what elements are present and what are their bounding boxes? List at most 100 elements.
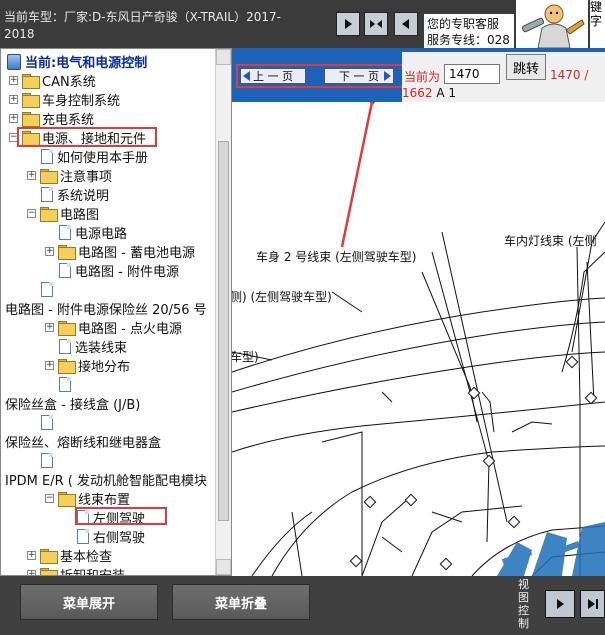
label-roof-harness: 车内灯线束 (左侧: [504, 234, 597, 248]
tree-item-page-blank-2[interactable]: [59, 375, 71, 394]
collapse-menu-button[interactable]: 菜单折叠: [172, 584, 310, 620]
catalog-tree: 当前:电气和电源控制 + CAN系统 + 车身控制系统 + 充电系统 − 电源、…: [0, 48, 232, 576]
expand-icon[interactable]: +: [27, 551, 36, 560]
expand-icon[interactable]: +: [9, 76, 18, 85]
folder-open-icon: [58, 492, 76, 507]
page-total-number: 1662: [402, 86, 433, 100]
tree-item-page-blank-1[interactable]: [41, 280, 53, 299]
highlight-box-section: [17, 127, 157, 147]
tree-label: 保险丝盒 - 接线盒 (J/B): [5, 398, 141, 413]
tree-item-battery-power[interactable]: + 电路图 - 蓄电池电源: [45, 242, 195, 261]
wiring-diagram[interactable]: 车身 2 号线束 (左侧驾驶车型) 车内灯线束 (左侧 侧) (左侧驾驶车型) …: [232, 102, 605, 576]
expand-icon[interactable]: +: [45, 247, 54, 256]
tree-item-optional-harness[interactable]: 选装线束: [59, 337, 127, 356]
service-info: 您的专职客服 服务专线：028: [424, 14, 514, 48]
tree-label: 选装线束: [75, 341, 128, 356]
tree-item-harness-layout[interactable]: − 线束布置: [45, 489, 130, 508]
folder-icon: [58, 245, 76, 260]
page-of-label: 1470 /: [550, 68, 589, 82]
annotation-arrow: [340, 102, 376, 248]
highlight-box-selected: [75, 507, 167, 525]
page-icon: [41, 415, 53, 430]
play-back-button[interactable]: [394, 12, 418, 36]
page-icon: [41, 149, 53, 164]
tree-item-charging[interactable]: + 充电系统: [9, 109, 94, 128]
tree-item-ipdm[interactable]: IPDM E/R ( 发动机舱智能配电模块: [5, 470, 207, 489]
tree-root[interactable]: 当前:电气和电源控制: [7, 52, 147, 71]
expand-icon[interactable]: +: [27, 171, 36, 180]
page-icon: [59, 263, 71, 278]
expand-icon[interactable]: +: [9, 114, 18, 123]
manual-icon: [7, 53, 21, 70]
tree-item-removal[interactable]: + 拆卸和安装: [27, 565, 125, 575]
mechanic-logo: [516, 0, 588, 49]
tree-item-basic-check[interactable]: + 基本检查: [27, 546, 112, 565]
page-total: 1662 A 1: [402, 86, 456, 100]
rewind-icon: [402, 19, 409, 29]
collapse-icon[interactable]: −: [27, 209, 36, 218]
expand-icon[interactable]: +: [45, 361, 54, 370]
page-icon: [41, 187, 53, 202]
collapse-icon[interactable]: −: [45, 494, 54, 503]
tree-label: 电路图 - 蓄电池电源: [78, 246, 195, 261]
expand-icon[interactable]: +: [9, 95, 18, 104]
play-icon: [345, 19, 352, 29]
fit-page-button[interactable]: [364, 12, 388, 36]
folder-open-icon: [40, 207, 58, 222]
tree-item-wiring-diagrams[interactable]: − 电路图: [27, 204, 99, 223]
tree-item-manual-howto[interactable]: 如何使用本手册: [41, 147, 148, 166]
bottom-toolbar: 菜单展开 菜单折叠 视图控制: [0, 576, 605, 635]
tree-item-page-blank-3[interactable]: [41, 413, 53, 432]
tree-item-ignition-power[interactable]: + 电路图 - 点火电源: [45, 318, 182, 337]
service-line-2: 服务专线：028: [427, 33, 510, 47]
tree-item-body-control[interactable]: + 车身控制系统: [9, 90, 120, 109]
tree-label: 电路图 - 附件电源: [75, 265, 179, 280]
page-jump-panel: 当前为 跳转 1470 / 1662 A 1: [402, 52, 605, 102]
tree-label: 右侧驾驶: [93, 531, 146, 546]
tree-item-precautions[interactable]: + 注意事项: [27, 166, 112, 185]
view-last-button[interactable]: [580, 590, 605, 618]
tree-scrollbar[interactable]: [215, 49, 231, 575]
page-icon: [41, 453, 53, 468]
tree-item-fuse-jb[interactable]: 保险丝盒 - 接线盒 (J/B): [5, 394, 140, 413]
keyword-edge-text: 键字: [590, 0, 605, 48]
tree-label: 电源电路: [75, 227, 128, 242]
tree-item-can[interactable]: + CAN系统: [9, 71, 96, 90]
scroll-thumb[interactable]: [218, 141, 229, 521]
tree-item-fuse-relay[interactable]: 保险丝、熔断线和继电器盒: [5, 432, 161, 451]
tree-item-page-blank-4[interactable]: [41, 451, 53, 470]
tree-item-acc-fuse[interactable]: 电路图 - 附件电源保险丝 20/56 号: [5, 299, 207, 318]
page-number-input[interactable]: [444, 64, 500, 84]
scroll-up-icon[interactable]: [216, 49, 231, 65]
folder-icon: [22, 93, 40, 108]
tree-label: 充电系统: [42, 113, 95, 128]
tree-item-ground-dist[interactable]: + 接地分布: [45, 356, 130, 375]
current-vehicle: 当前车型：厂家:D-东风日产奇骏（X-TRAIL）2017- 2018: [4, 9, 304, 43]
fit-width-icon: [370, 20, 382, 28]
page-icon: [59, 339, 71, 354]
page-icon: [77, 529, 89, 544]
tree-item-right-drive[interactable]: 右侧驾驶: [77, 527, 145, 546]
page-icon: [41, 282, 53, 297]
scroll-down-icon[interactable]: [216, 559, 231, 575]
tree-item-accessory-power[interactable]: 电路图 - 附件电源: [59, 261, 179, 280]
folder-icon: [58, 359, 76, 374]
expand-menu-button[interactable]: 菜单展开: [20, 584, 158, 620]
tree-label: 拆卸和安装: [60, 565, 125, 575]
harness-drawing: [232, 102, 605, 576]
expand-icon[interactable]: +: [45, 323, 54, 332]
jump-button[interactable]: 跳转: [506, 54, 546, 80]
tree-label: 电路图 - 点火电源: [78, 322, 182, 337]
mechanic-icon: [521, 4, 585, 49]
tree-label: 车身控制系统: [42, 94, 121, 109]
folder-icon: [58, 321, 76, 336]
highlight-box-pager: [236, 64, 408, 88]
tree-label: IPDM E/R ( 发动机舱智能配电模块: [5, 474, 207, 489]
tree-item-power-circuit[interactable]: 电源电路: [59, 223, 127, 242]
tree-label: 基本检查: [60, 550, 113, 565]
play-forward-button[interactable]: [336, 12, 360, 36]
view-next-button[interactable]: [545, 590, 575, 618]
vehicle-line-2: 2018: [4, 27, 35, 41]
tree-label: 接地分布: [78, 360, 131, 375]
tree-item-system-desc[interactable]: 系统说明: [41, 185, 109, 204]
